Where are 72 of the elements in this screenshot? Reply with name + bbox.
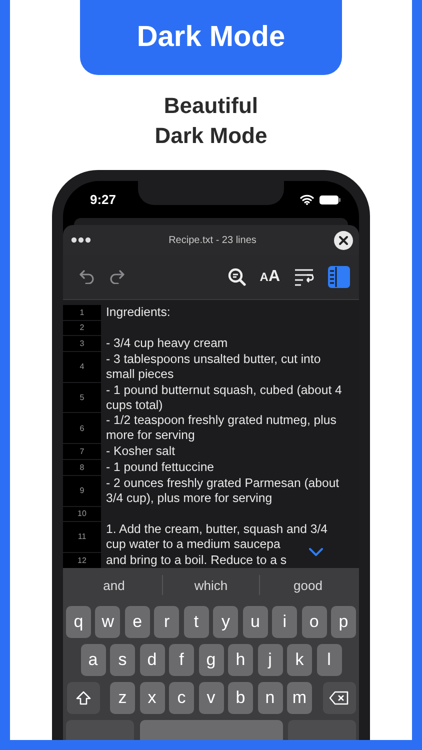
keyboard-key[interactable]: x xyxy=(140,682,164,714)
keyboard-key[interactable]: w xyxy=(95,606,120,638)
more-icon[interactable] xyxy=(71,237,91,243)
keyboard-key[interactable]: p xyxy=(331,606,356,638)
keyboard-key[interactable]: v xyxy=(198,682,224,714)
line-number: 5 xyxy=(63,382,101,412)
line-number: 2 xyxy=(63,320,101,335)
keyboard-key[interactable]: z xyxy=(110,682,135,714)
keyboard-key[interactable]: e xyxy=(124,606,150,638)
line-number: 7 xyxy=(63,444,101,460)
text-line: Ingredients: xyxy=(105,305,172,320)
text-line: - 2 ounces freshly grated Parmesan (about 3/4 cup), plus more for serving xyxy=(105,476,340,506)
search-icon[interactable] xyxy=(228,268,246,286)
text-line: and bring to a boil. Reduce to a s xyxy=(105,552,288,568)
line-number: 1 xyxy=(63,305,101,320)
keyboard-key[interactable]: a xyxy=(80,644,106,676)
keyboard-key[interactable]: d xyxy=(140,644,164,676)
banner-title: Dark Mode xyxy=(136,21,286,54)
status-time: 9:27 xyxy=(90,192,116,207)
suggestion[interactable]: good xyxy=(260,576,356,594)
text-line: - Kosher salt xyxy=(105,444,176,460)
keyboard-key[interactable]: f xyxy=(169,644,194,676)
line-number: 9 xyxy=(63,476,101,506)
shift-icon xyxy=(76,691,90,705)
keyboard-key[interactable]: y xyxy=(213,606,238,638)
keyboard-key[interactable]: t xyxy=(184,606,209,638)
keyboard-key[interactable]: n xyxy=(258,682,282,714)
keyboard-key[interactable]: h xyxy=(228,644,253,676)
undo-icon[interactable] xyxy=(79,270,95,284)
text-line: - 3 tablespoons unsalted butter, cut into small pieces xyxy=(105,352,322,382)
sidebar-icon[interactable] xyxy=(328,266,350,288)
keyboard-key[interactable]: b xyxy=(228,682,253,714)
keyboard-key[interactable]: q xyxy=(66,606,91,638)
keyboard-key[interactable]: l xyxy=(316,644,342,676)
close-icon[interactable] xyxy=(334,230,353,250)
wifi-icon xyxy=(300,194,314,205)
line-number: 10 xyxy=(63,506,101,521)
keyboard-key[interactable]: m xyxy=(287,682,312,714)
keyboard-key[interactable]: c xyxy=(169,682,194,714)
line-number: 12 xyxy=(63,552,101,568)
line-number: 4 xyxy=(63,352,101,382)
line-number: 6 xyxy=(63,413,101,444)
headline-text: Beautiful xyxy=(162,92,260,120)
text-line: - 1/2 teaspoon freshly grated nutmeg, plus more for serving xyxy=(105,413,338,444)
keyboard-key[interactable]: r xyxy=(154,606,180,638)
keyboard-key[interactable]: j xyxy=(258,644,282,676)
text-line: 1. Add the cream, butter, squash and 3/4 xyxy=(106,522,328,537)
file-title: Recipe.txt - 23 lines xyxy=(168,234,256,246)
headline-text: Dark Mode xyxy=(154,122,268,150)
font-size-button[interactable]: AA xyxy=(260,268,280,286)
text-line: - 1 pound butternut squash, cubed (about 4 cups total) xyxy=(105,382,343,412)
keyboard-key[interactable]: s xyxy=(110,644,135,676)
keyboard-key[interactable]: k xyxy=(287,644,312,676)
line-number: 3 xyxy=(63,336,101,351)
battery-icon xyxy=(319,194,341,204)
text-wrap-icon[interactable] xyxy=(294,268,314,286)
keyboard-key[interactable]: i xyxy=(272,606,298,638)
keyboard-key[interactable]: u xyxy=(242,606,268,638)
redo-icon[interactable] xyxy=(109,270,125,284)
text-line: - 3/4 cup heavy cream xyxy=(105,336,229,351)
chevron-down-icon xyxy=(309,548,323,556)
backspace-icon xyxy=(329,691,349,705)
keyboard-key[interactable]: g xyxy=(198,644,224,676)
line-number: 8 xyxy=(63,460,101,476)
text-line: cup water to a medium saucepa xyxy=(106,536,280,552)
keyboard-key[interactable]: o xyxy=(302,606,327,638)
suggestion[interactable]: and xyxy=(66,576,162,594)
suggestion[interactable]: which xyxy=(163,576,259,594)
shift-key[interactable] xyxy=(66,682,100,714)
text-line: - 1 pound fettuccine xyxy=(105,460,216,476)
line-number: 11 xyxy=(63,522,101,552)
delete-key[interactable] xyxy=(322,682,356,714)
